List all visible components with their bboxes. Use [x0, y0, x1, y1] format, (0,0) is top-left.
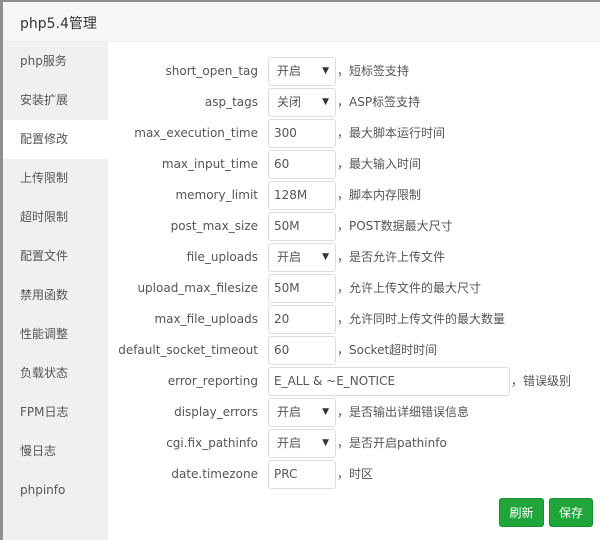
field-note: ，错误级别 [511, 374, 572, 388]
upload-max-filesize-input[interactable]: 50M [268, 274, 336, 303]
sidebar-item-config-edit[interactable]: 配置修改 [3, 120, 108, 159]
field-label: max_execution_time [134, 126, 258, 140]
sidebar-item-timeout-limit[interactable]: 超时限制 [3, 198, 108, 237]
form-row-max-file-uploads: max_file_uploads 20 ，允许同时上传文件的最大数量 [108, 304, 600, 335]
field-label: cgi.fix_pathinfo [166, 436, 258, 450]
select-value: 开启 [277, 64, 302, 78]
select-value: 开启 [277, 250, 302, 264]
form-row-max-execution-time: max_execution_time 300 ，最大脚本运行时间 [108, 118, 600, 149]
sidebar-item-phpinfo[interactable]: phpinfo [3, 471, 108, 510]
field-note: ，最大脚本运行时间 [337, 126, 446, 140]
error-reporting-input[interactable]: E_ALL & ~E_NOTICE [268, 367, 510, 396]
dropdown-arrow-icon: ▼ [322, 407, 329, 417]
field-note: ，是否允许上传文件 [337, 250, 446, 264]
sidebar: php服务 安装扩展 配置修改 上传限制 超时限制 配置文件 禁用函数 性能调整… [3, 42, 108, 540]
field-note: ，最大输入时间 [337, 157, 422, 171]
field-note: ，允许同时上传文件的最大数量 [337, 312, 506, 326]
form-row-short-open-tag: short_open_tag 开启 ▼ ，短标签支持 [108, 56, 600, 87]
field-label: max_input_time [161, 157, 258, 171]
cgi-fix-pathinfo-select[interactable]: 开启 ▼ [268, 429, 336, 458]
field-note: ，POST数据最大尺寸 [337, 219, 453, 233]
form-row-max-input-time: max_input_time 60 ，最大输入时间 [108, 149, 600, 180]
select-value: 开启 [277, 436, 302, 450]
field-label: short_open_tag [165, 64, 258, 78]
dropdown-arrow-icon: ▼ [322, 438, 329, 448]
form-row-date-timezone: date.timezone PRC ，时区 [108, 459, 600, 490]
field-label: display_errors [174, 405, 258, 419]
field-note: ，短标签支持 [337, 64, 410, 78]
refresh-button[interactable]: 刷新 [499, 498, 544, 527]
field-label: memory_limit [175, 188, 258, 202]
dropdown-arrow-icon: ▼ [322, 66, 329, 76]
window-title: php5.4管理 [20, 16, 97, 32]
field-note: ，是否输出详细错误信息 [337, 405, 470, 419]
sidebar-item-disabled-functions[interactable]: 禁用函数 [3, 276, 108, 315]
post-max-size-input[interactable]: 50M [268, 212, 336, 241]
dropdown-arrow-icon: ▼ [322, 97, 329, 107]
form-row-default-socket-timeout: default_socket_timeout 60 ，Socket超时时间 [108, 335, 600, 366]
form-row-upload-max-filesize: upload_max_filesize 50M ，允许上传文件的最大尺寸 [108, 273, 600, 304]
field-label: max_file_uploads [154, 312, 258, 326]
sidebar-item-config-file[interactable]: 配置文件 [3, 237, 108, 276]
field-note: ，Socket超时时间 [337, 343, 438, 357]
asp-tags-select[interactable]: 关闭 ▼ [268, 88, 336, 117]
sidebar-item-performance[interactable]: 性能调整 [3, 315, 108, 354]
select-value: 关闭 [277, 95, 302, 109]
field-note: ，允许上传文件的最大尺寸 [337, 281, 482, 295]
form-row-memory-limit: memory_limit 128M ，脚本内存限制 [108, 180, 600, 211]
save-button[interactable]: 保存 [549, 498, 593, 527]
form-row-post-max-size: post_max_size 50M ，POST数据最大尺寸 [108, 211, 600, 242]
form-row-asp-tags: asp_tags 关闭 ▼ ，ASP标签支持 [108, 87, 600, 118]
field-label: asp_tags [204, 95, 258, 109]
sidebar-item-slow-log[interactable]: 慢日志 [3, 432, 108, 471]
sidebar-item-load-status[interactable]: 负载状态 [3, 354, 108, 393]
field-note: ，时区 [337, 467, 374, 481]
default-socket-timeout-input[interactable]: 60 [268, 336, 336, 365]
sidebar-item-fpm-log[interactable]: FPM日志 [3, 393, 108, 432]
field-label: file_uploads [186, 250, 258, 264]
form-row-file-uploads: file_uploads 开启 ▼ ，是否允许上传文件 [108, 242, 600, 273]
sidebar-item-php-service[interactable]: php服务 [3, 42, 108, 81]
short-open-tag-select[interactable]: 开启 ▼ [268, 57, 336, 86]
form-row-display-errors: display_errors 开启 ▼ ，是否输出详细错误信息 [108, 397, 600, 428]
max-execution-time-input[interactable]: 300 [268, 119, 336, 148]
max-file-uploads-input[interactable]: 20 [268, 305, 336, 334]
field-label: error_reporting [167, 374, 258, 388]
dropdown-arrow-icon: ▼ [322, 252, 329, 262]
field-label: date.timezone [171, 467, 258, 481]
field-note: ，ASP标签支持 [337, 95, 421, 109]
field-label: default_socket_timeout [118, 343, 258, 357]
field-label: post_max_size [170, 219, 258, 233]
sidebar-item-upload-limit[interactable]: 上传限制 [3, 159, 108, 198]
memory-limit-input[interactable]: 128M [268, 181, 336, 210]
form-row-cgi-fix-pathinfo: cgi.fix_pathinfo 开启 ▼ ，是否开启pathinfo [108, 428, 600, 459]
form-row-error-reporting: error_reporting E_ALL & ~E_NOTICE ，错误级别 [108, 366, 600, 397]
date-timezone-input[interactable]: PRC [268, 460, 336, 489]
field-note: ，是否开启pathinfo [337, 436, 447, 450]
field-note: ，脚本内存限制 [337, 188, 422, 202]
field-label: upload_max_filesize [137, 281, 258, 295]
select-value: 开启 [277, 405, 302, 419]
title-bar: php5.4管理 [3, 2, 600, 42]
sidebar-item-install-extensions[interactable]: 安装扩展 [3, 81, 108, 120]
display-errors-select[interactable]: 开启 ▼ [268, 398, 336, 427]
max-input-time-input[interactable]: 60 [268, 150, 336, 179]
file-uploads-select[interactable]: 开启 ▼ [268, 243, 336, 272]
